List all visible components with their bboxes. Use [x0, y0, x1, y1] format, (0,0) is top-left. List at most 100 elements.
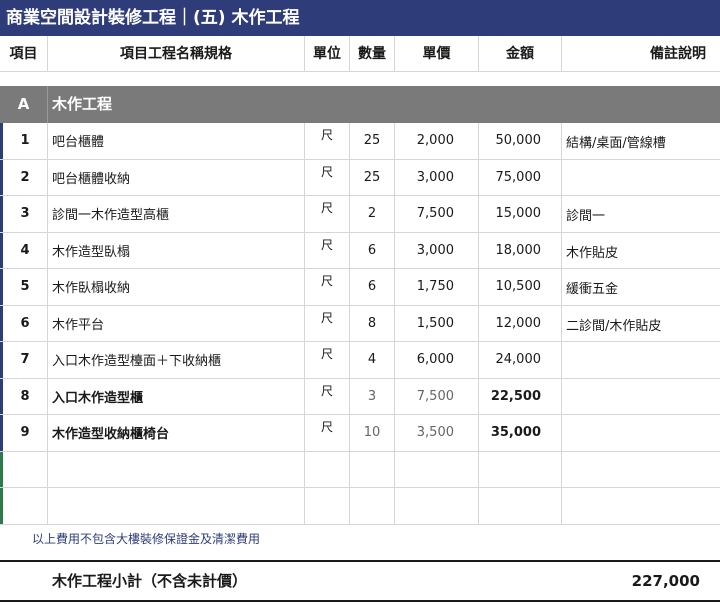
row-qty: 8: [350, 305, 395, 341]
row-unit: [305, 451, 350, 487]
row-no: 6: [0, 305, 48, 341]
col-header-unit: 單位: [305, 36, 350, 72]
col-header-name: 項目工程名稱規格: [48, 36, 305, 72]
row-note: [562, 415, 720, 451]
row-no: [0, 451, 48, 487]
col-header-note: 備註說明: [650, 46, 706, 62]
row-unit: 尺: [305, 159, 350, 195]
row-name: 診間一木作造型高櫃: [48, 196, 305, 232]
row-price: 7,500: [395, 196, 479, 232]
table-row: 6 木作平台 尺 8 1,500 12,000 二診間/木作貼皮: [0, 305, 720, 342]
row-qty: 6: [350, 269, 395, 305]
subtotal-row: 木作工程小計（不含未計價） 227,000: [0, 562, 720, 602]
spacer: [0, 72, 720, 86]
row-note: [562, 488, 720, 524]
subtotal-label: 木作工程小計（不含未計價）: [52, 572, 248, 590]
row-amount: 35,000: [479, 415, 562, 451]
row-unit: 尺: [305, 123, 350, 159]
row-price: 3,500: [395, 415, 479, 451]
row-amount: 75,000: [479, 159, 562, 195]
row-qty: 3: [350, 378, 395, 414]
row-name: 入口木作造型檯面＋下收納櫃: [48, 342, 305, 378]
row-amount: 10,500: [479, 269, 562, 305]
footnote-row: 以上費用不包含大樓裝修保證金及清潔費用: [0, 526, 720, 562]
subtotal-value: 227,000: [631, 572, 700, 590]
section-title: 木作工程: [52, 95, 113, 113]
row-unit: 尺: [305, 196, 350, 232]
row-qty: 25: [350, 159, 395, 195]
row-note: [562, 342, 720, 378]
row-amount: 18,000: [479, 232, 562, 268]
row-unit: 尺: [305, 378, 350, 414]
row-name: 木作造型臥榻: [48, 232, 305, 268]
row-no: 9: [0, 415, 48, 451]
row-name: 入口木作造型櫃: [48, 378, 305, 414]
row-price: 3,000: [395, 232, 479, 268]
row-no: [0, 488, 48, 524]
col-header-price: 單價: [395, 36, 479, 72]
table-header: 項目 項目工程名稱規格 單位 數量 單價 金額 備註說明: [0, 36, 720, 72]
section-letter: A: [0, 86, 48, 123]
row-unit: 尺: [305, 342, 350, 378]
row-qty: [350, 451, 395, 487]
row-note: 二診間/木作貼皮: [566, 318, 662, 334]
row-note: [562, 379, 720, 415]
row-no: 4: [0, 232, 48, 268]
row-no: 8: [0, 378, 48, 414]
row-qty: 4: [350, 342, 395, 378]
row-note: 診間一: [566, 209, 606, 224]
row-unit: 尺: [305, 415, 350, 451]
row-amount: 24,000: [479, 342, 562, 378]
row-qty: 2: [350, 196, 395, 232]
col-header-qty: 數量: [350, 36, 395, 72]
row-price: 6,000: [395, 342, 479, 378]
row-name: 木作臥榻收納: [48, 269, 305, 305]
table-body: 1 吧台櫃體 尺 25 2,000 50,000 結構/桌面/管線槽 2 吧台櫃…: [0, 123, 720, 525]
row-unit: 尺: [305, 305, 350, 341]
table-row: 3 診間一木作造型高櫃 尺 2 7,500 15,000 診間一: [0, 196, 720, 233]
row-name: [48, 451, 305, 487]
row-qty: [350, 488, 395, 524]
empty-row: [0, 451, 720, 488]
row-price: [395, 451, 479, 487]
col-header-amount: 金額: [479, 36, 562, 72]
row-unit: [305, 488, 350, 524]
row-note: [562, 160, 720, 196]
footnote-text: 以上費用不包含大樓裝修保證金及清潔費用: [32, 532, 261, 546]
row-amount: [479, 451, 562, 487]
row-name: 木作造型收納櫃椅台: [48, 415, 305, 451]
table-row: 2 吧台櫃體收納 尺 25 3,000 75,000: [0, 159, 720, 196]
table-row: 9 木作造型收納櫃椅台 尺 10 3,500 35,000: [0, 415, 720, 452]
row-price: 2,000: [395, 123, 479, 159]
row-amount: 12,000: [479, 305, 562, 341]
row-note: 木作貼皮: [566, 245, 619, 261]
row-unit: 尺: [305, 269, 350, 305]
row-price: [395, 488, 479, 524]
table-row: 5 木作臥榻收納 尺 6 1,750 10,500 緩衝五金: [0, 269, 720, 306]
col-header-no: 項目: [0, 36, 48, 72]
page-title: 商業空間設計裝修工程｜(五) 木作工程: [0, 0, 720, 36]
row-price: 7,500: [395, 378, 479, 414]
table-row: 1 吧台櫃體 尺 25 2,000 50,000 結構/桌面/管線槽: [0, 123, 720, 160]
section-header: A 木作工程: [0, 86, 720, 123]
table-row: 7 入口木作造型檯面＋下收納櫃 尺 4 6,000 24,000: [0, 342, 720, 379]
empty-row: [0, 488, 720, 525]
table-row: 8 入口木作造型櫃 尺 3 7,500 22,500: [0, 378, 720, 415]
row-price: 1,500: [395, 305, 479, 341]
row-name: 木作平台: [48, 305, 305, 341]
row-qty: 25: [350, 123, 395, 159]
row-note: [562, 452, 720, 488]
row-no: 1: [0, 123, 48, 159]
row-name: 吧台櫃體: [48, 123, 305, 159]
row-unit: 尺: [305, 232, 350, 268]
row-amount: 22,500: [479, 378, 562, 414]
row-note: 結構/桌面/管線槽: [566, 136, 666, 151]
row-qty: 6: [350, 232, 395, 268]
row-price: 3,000: [395, 159, 479, 195]
row-name: [48, 488, 305, 524]
row-qty: 10: [350, 415, 395, 451]
row-no: 5: [0, 269, 48, 305]
table-row: 4 木作造型臥榻 尺 6 3,000 18,000 木作貼皮: [0, 232, 720, 269]
row-amount: 50,000: [479, 123, 562, 159]
row-no: 3: [0, 196, 48, 232]
